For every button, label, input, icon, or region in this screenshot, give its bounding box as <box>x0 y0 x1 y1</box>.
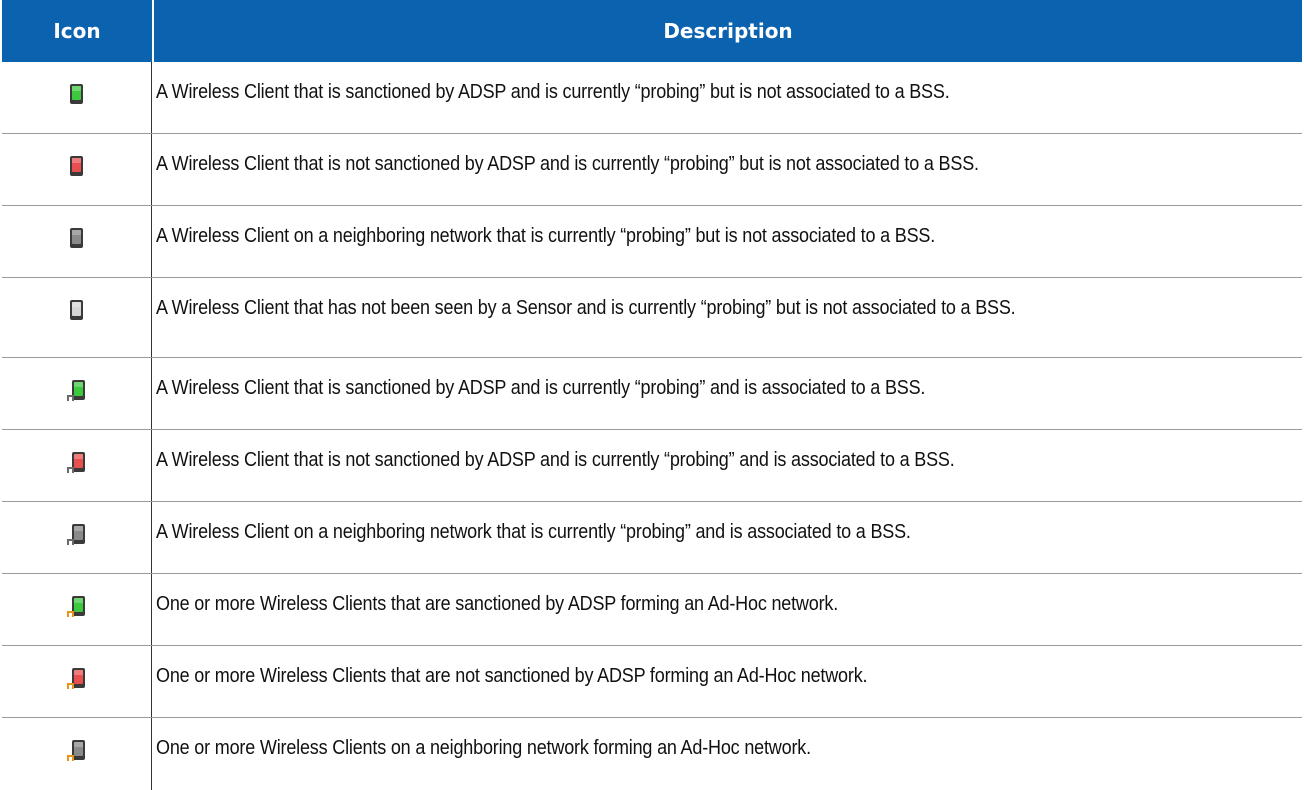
description-text: A Wireless Client that is not sanctioned… <box>156 153 979 175</box>
header-icon-column: Icon <box>2 0 154 62</box>
client-associated-unsanctioned-icon <box>66 452 85 473</box>
description-cell: A Wireless Client on a neighboring netwo… <box>152 206 1302 277</box>
client-adhoc-unsanctioned-icon <box>66 668 85 689</box>
icon-cell <box>2 718 152 790</box>
description-text: A Wireless Client that is not sanctioned… <box>156 449 955 471</box>
table-row: One or more Wireless Clients on a neighb… <box>2 718 1302 790</box>
table-row: A Wireless Client that is sanctioned by … <box>2 358 1302 430</box>
icon-cell <box>2 206 152 277</box>
description-text: A Wireless Client on a neighboring netwo… <box>156 521 911 543</box>
description-cell: A Wireless Client that is not sanctioned… <box>152 430 1302 501</box>
description-text: One or more Wireless Clients that are no… <box>156 665 868 687</box>
icon-cell <box>2 574 152 645</box>
icon-cell <box>2 62 152 133</box>
icon-cell <box>2 358 152 429</box>
client-probing-unseen-icon <box>69 300 83 320</box>
icon-cell <box>2 502 152 573</box>
table-row: A Wireless Client that is not sanctioned… <box>2 134 1302 206</box>
table-row: A Wireless Client that is sanctioned by … <box>2 62 1302 134</box>
icon-legend-table: Icon Description A Wireless Client that … <box>2 0 1302 790</box>
table-row: A Wireless Client on a neighboring netwo… <box>2 206 1302 278</box>
client-probing-neighbor-icon <box>69 228 83 248</box>
header-description-column: Description <box>663 19 793 43</box>
description-text: One or more Wireless Clients that are sa… <box>156 593 839 615</box>
description-text: A Wireless Client on a neighboring netwo… <box>156 225 936 247</box>
table-body: A Wireless Client that is sanctioned by … <box>2 62 1302 790</box>
table-row: A Wireless Client on a neighboring netwo… <box>2 502 1302 574</box>
description-text: One or more Wireless Clients on a neighb… <box>156 737 811 759</box>
description-cell: A Wireless Client that is sanctioned by … <box>152 62 1302 133</box>
description-cell: A Wireless Client that has not been seen… <box>152 278 1302 357</box>
description-cell: One or more Wireless Clients that are no… <box>152 646 1302 717</box>
icon-cell <box>2 646 152 717</box>
client-adhoc-sanctioned-icon <box>66 596 85 617</box>
icon-cell <box>2 430 152 501</box>
table-row: One or more Wireless Clients that are sa… <box>2 574 1302 646</box>
icon-cell <box>2 134 152 205</box>
client-associated-neighbor-icon <box>66 524 85 545</box>
icon-cell <box>2 278 152 357</box>
table-row: A Wireless Client that is not sanctioned… <box>2 430 1302 502</box>
table-header: Icon Description <box>2 0 1302 62</box>
description-cell: A Wireless Client on a neighboring netwo… <box>152 502 1302 573</box>
client-associated-sanctioned-icon <box>66 380 85 401</box>
description-cell: A Wireless Client that is sanctioned by … <box>152 358 1302 429</box>
client-probing-sanctioned-icon <box>69 84 83 104</box>
description-text: A Wireless Client that is sanctioned by … <box>156 377 926 399</box>
description-cell: A Wireless Client that is not sanctioned… <box>152 134 1302 205</box>
description-cell: One or more Wireless Clients on a neighb… <box>152 718 1302 790</box>
client-adhoc-neighbor-icon <box>66 740 85 761</box>
description-text: A Wireless Client that has not been seen… <box>156 297 1016 319</box>
table-row: One or more Wireless Clients that are no… <box>2 646 1302 718</box>
description-text: A Wireless Client that is sanctioned by … <box>156 81 950 103</box>
description-cell: One or more Wireless Clients that are sa… <box>152 574 1302 645</box>
client-probing-unsanctioned-icon <box>69 156 83 176</box>
table-row: A Wireless Client that has not been seen… <box>2 278 1302 358</box>
